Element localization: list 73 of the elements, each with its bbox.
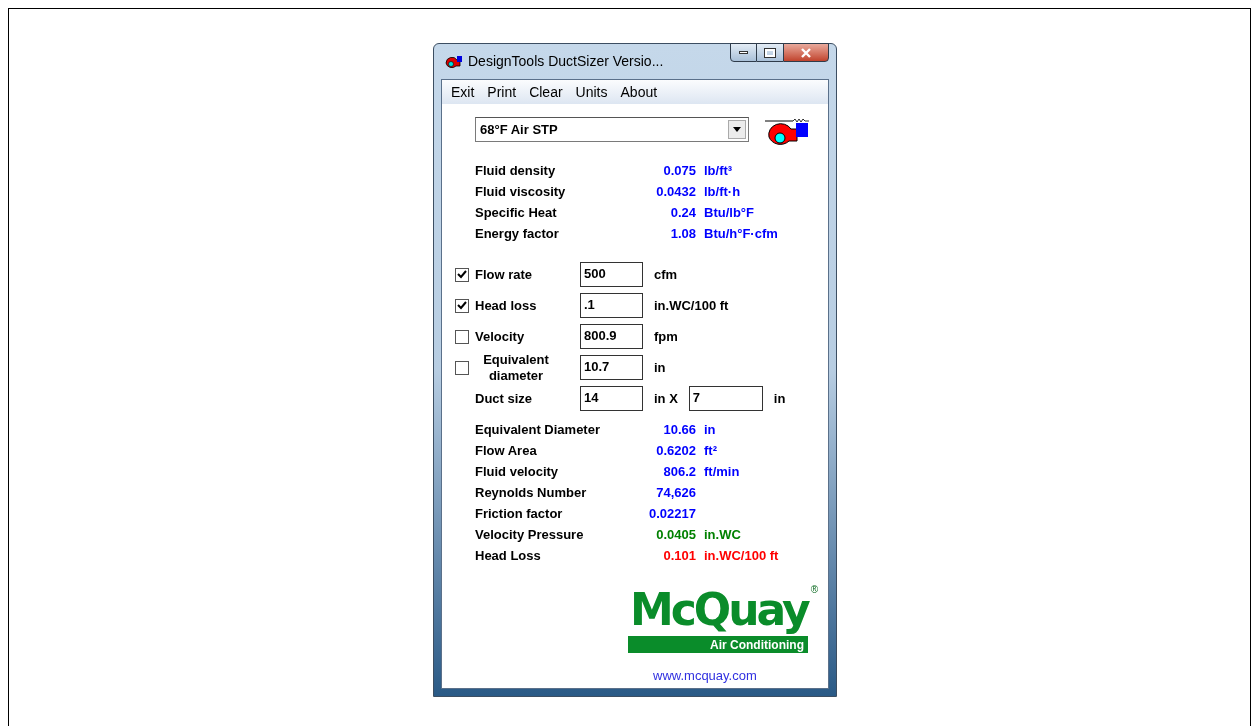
field-label: Head Loss <box>475 546 542 565</box>
window-title: DesignTools DuctSizer Versio... <box>468 52 664 71</box>
unit-label: in <box>654 358 666 377</box>
field-value: 1.08 <box>669 224 696 243</box>
field-label: Equivalent Diameter <box>475 420 601 439</box>
field-value: 0.101 <box>662 546 696 565</box>
input-field[interactable]: 14 <box>580 386 643 411</box>
website-link[interactable]: www.mcquay.com <box>653 666 757 686</box>
field-value: 0.075 <box>662 161 696 180</box>
field-label: Specific Heat <box>475 203 558 222</box>
input-field[interactable]: 500 <box>580 262 643 287</box>
unit-label: in.WC/100 ft <box>704 546 779 565</box>
close-icon <box>800 47 812 58</box>
field-value: 0.6202 <box>655 441 696 460</box>
unit-label: lb/ft³ <box>704 161 733 180</box>
field-label: Velocity <box>475 327 526 346</box>
unit-label: in.WC/100 ft <box>654 296 729 315</box>
field-value: 0.0405 <box>655 525 696 544</box>
field-label: Fluid viscosity <box>475 182 567 201</box>
unit-label: fpm <box>654 327 678 346</box>
input-field[interactable]: 800.9 <box>580 324 643 349</box>
unit-label: in.WC <box>704 525 741 544</box>
field-label: Flow rate <box>475 265 534 284</box>
unit-label: cfm <box>654 265 678 284</box>
menu-item[interactable]: Units <box>570 81 613 103</box>
input-field[interactable]: 7 <box>688 386 763 411</box>
dropdown-button[interactable] <box>728 120 746 139</box>
field-label: Velocity Pressure <box>475 525 585 544</box>
field-value: 806.2 <box>662 462 696 481</box>
field-value: 0.02217 <box>648 504 696 523</box>
field-value: 0.0432 <box>655 182 696 201</box>
field-label: Friction factor <box>475 504 564 523</box>
menu-item[interactable]: Exit <box>446 81 480 103</box>
unit-label: Btu/lb°F <box>704 203 754 222</box>
checkbox[interactable] <box>455 329 469 344</box>
input-field[interactable]: 10.7 <box>580 355 643 380</box>
field-label: Energy factor <box>475 224 560 243</box>
field-label: Reynolds Number <box>475 483 588 502</box>
unit-label: ft² <box>704 441 717 460</box>
checkbox[interactable] <box>455 360 469 375</box>
field-value: 0.24 <box>669 203 696 222</box>
minimize-icon <box>739 51 748 54</box>
logo-tagline: Air Conditioning <box>710 636 804 654</box>
logo-wordmark: McQuay <box>630 584 810 636</box>
field-label: Flow Area <box>475 441 538 460</box>
unit-label: ft/min <box>704 462 740 481</box>
maximize-button[interactable] <box>757 43 783 62</box>
field-label: Equivalent diameter <box>482 351 550 384</box>
dropdown-value: 68°F Air STP <box>480 120 559 139</box>
field-label: Fluid density <box>475 161 557 180</box>
unit-label: lb/ft·h <box>704 182 741 201</box>
menu-item[interactable]: About <box>615 81 663 103</box>
menu-item[interactable]: Clear <box>524 81 568 103</box>
unit-label: Btu/h°F·cfm <box>704 224 778 243</box>
menu-item[interactable]: Print <box>482 81 522 103</box>
maximize-icon <box>765 48 775 57</box>
field-value: 74,626 <box>655 483 696 502</box>
unit-label: in <box>704 420 716 439</box>
checkbox[interactable] <box>455 298 469 313</box>
input-field[interactable]: .1 <box>580 293 643 318</box>
field-label: Head loss <box>475 296 538 315</box>
checkbox[interactable] <box>455 267 469 282</box>
caret-icon <box>733 127 741 132</box>
field-label: Fluid velocity <box>475 462 560 481</box>
minimize-button[interactable] <box>730 43 757 62</box>
registered-mark: ® <box>810 584 818 596</box>
unit-label: in X <box>654 389 678 408</box>
field-label: Duct size <box>475 389 534 408</box>
field-value: 10.66 <box>662 420 696 439</box>
unit-label: in <box>773 389 786 408</box>
fluid-dropdown[interactable]: 68°F Air STP <box>475 117 749 142</box>
close-button[interactable] <box>783 43 829 62</box>
fan-icon <box>443 53 463 70</box>
